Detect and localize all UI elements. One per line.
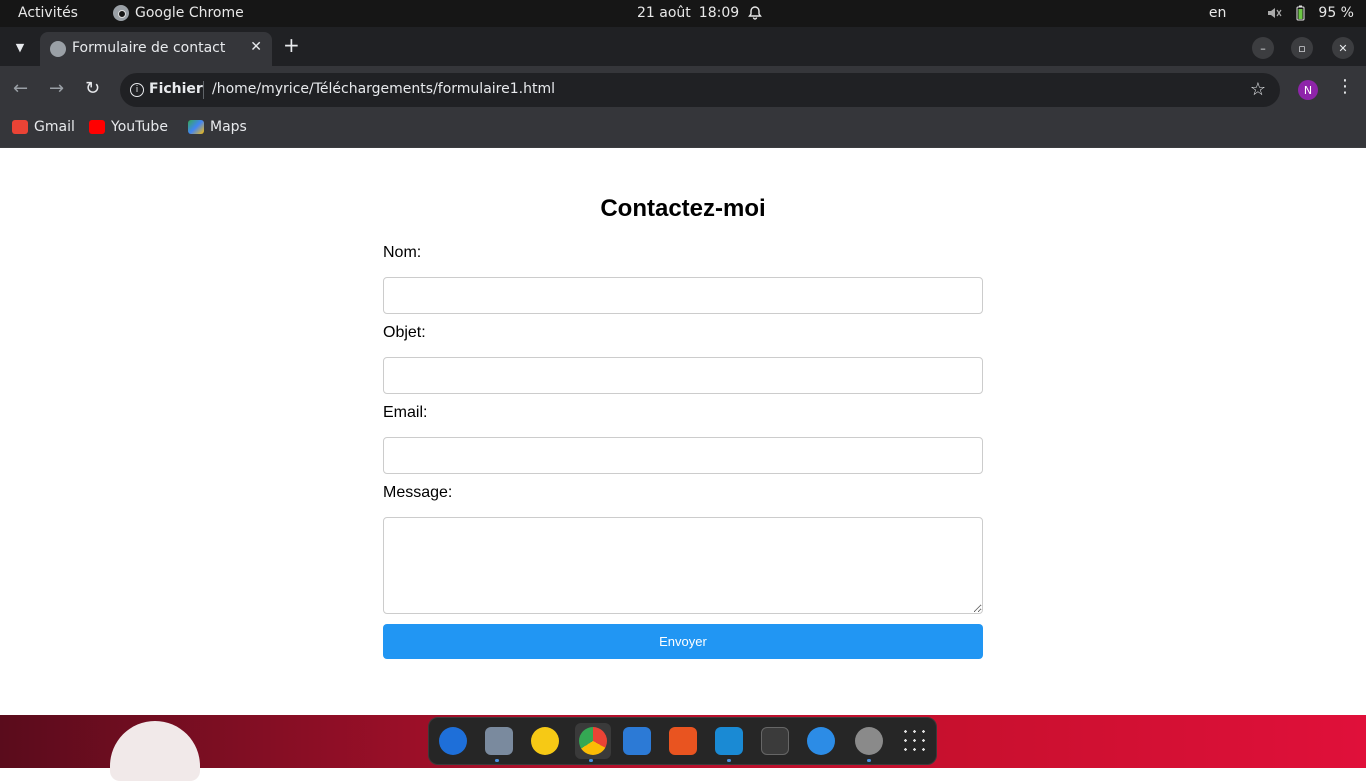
vscode-icon[interactable] [715, 727, 743, 755]
address-bar[interactable]: i Fichier /home/myrice/Téléchargements/f… [120, 73, 1280, 107]
activities-button[interactable]: Activités [18, 5, 78, 21]
system-top-bar: Activités Google Chrome 21 août 18:09 en… [0, 0, 1366, 27]
maps-icon [188, 120, 204, 134]
page-title: Contactez-moi [600, 195, 766, 222]
back-arrow-icon[interactable]: ← [13, 78, 28, 99]
thunderbird-icon[interactable] [439, 727, 467, 755]
dock [428, 717, 937, 765]
chrome-icon[interactable] [579, 727, 607, 755]
bookmarks-bar: Gmail YouTube Maps [0, 113, 1366, 148]
chrome-icon [113, 5, 129, 21]
bookmark-gmail[interactable]: Gmail [12, 119, 75, 135]
help-icon[interactable] [807, 727, 835, 755]
running-indicator [495, 759, 499, 762]
address-scheme: Fichier [149, 81, 203, 97]
running-indicator [867, 759, 871, 762]
minimize-icon[interactable]: – [1252, 37, 1274, 59]
submit-button[interactable]: Envoyer [383, 624, 983, 659]
page-content: Contactez-moi Nom: Objet: Email: Message… [0, 148, 1366, 715]
time: 18:09 [698, 5, 740, 21]
volume-muted-icon [1268, 8, 1282, 18]
message-label: Message: [383, 484, 453, 501]
gmail-icon [12, 120, 28, 134]
bell-icon [748, 6, 763, 20]
message-field[interactable] [383, 517, 983, 614]
name-field[interactable] [383, 277, 983, 314]
bookmark-maps[interactable]: Maps [188, 119, 247, 135]
close-tab-icon[interactable]: ✕ [250, 39, 262, 55]
close-window-icon[interactable]: ✕ [1332, 37, 1354, 59]
app-grid-icon[interactable] [901, 727, 929, 755]
forward-arrow-icon[interactable]: → [49, 78, 64, 99]
new-tab-icon[interactable]: + [283, 33, 300, 57]
reload-icon[interactable]: ↻ [85, 78, 100, 99]
tab-formulaire[interactable]: Formulaire de contact ✕ [40, 32, 272, 66]
bookmark-label: Gmail [34, 119, 75, 135]
app-menu[interactable]: Google Chrome [113, 5, 244, 21]
battery-percentage: 95 % [1318, 5, 1354, 21]
tab-title: Formulaire de contact [72, 40, 226, 56]
running-indicator [727, 759, 731, 762]
youtube-icon [89, 120, 105, 134]
chevron-down-icon[interactable]: ▼ [8, 35, 32, 59]
wallpaper-heart [110, 721, 200, 781]
name-label: Nom: [383, 244, 422, 261]
battery-icon [1296, 5, 1305, 21]
bookmark-label: Maps [210, 119, 247, 135]
subject-label: Objet: [383, 324, 426, 341]
address-url[interactable]: /home/myrice/Téléchargements/formulaire1… [212, 81, 555, 97]
clock[interactable]: 21 août 18:09 [637, 5, 763, 21]
address-separator [203, 81, 204, 99]
date: 21 août [637, 5, 691, 21]
app-name: Google Chrome [135, 5, 244, 21]
app-center-icon[interactable] [669, 727, 697, 755]
more-menu-icon[interactable]: ⋮ [1336, 76, 1354, 97]
bookmark-youtube[interactable]: YouTube [89, 119, 168, 135]
bookmark-star-icon[interactable]: ☆ [1250, 79, 1266, 100]
browser-toolbar: ← → ↻ i Fichier /home/myrice/Téléchargem… [0, 66, 1366, 113]
rhythmbox-icon[interactable] [531, 727, 559, 755]
email-label: Email: [383, 404, 428, 421]
profile-avatar[interactable]: N [1298, 80, 1318, 100]
language-indicator[interactable]: en [1209, 5, 1227, 21]
subject-field[interactable] [383, 357, 983, 394]
system-status[interactable]: en 95 % [1209, 5, 1354, 21]
running-indicator [589, 759, 593, 762]
globe-icon [50, 41, 66, 57]
maximize-icon[interactable]: ▫ [1291, 37, 1313, 59]
email-field[interactable] [383, 437, 983, 474]
settings-icon[interactable] [855, 727, 883, 755]
files-icon[interactable] [485, 727, 513, 755]
bookmark-label: YouTube [111, 119, 168, 135]
tab-strip: ▼ Formulaire de contact ✕ + – ▫ ✕ [0, 27, 1366, 66]
info-icon[interactable]: i [130, 83, 144, 97]
writer-icon[interactable] [623, 727, 651, 755]
terminal-icon[interactable] [761, 727, 789, 755]
